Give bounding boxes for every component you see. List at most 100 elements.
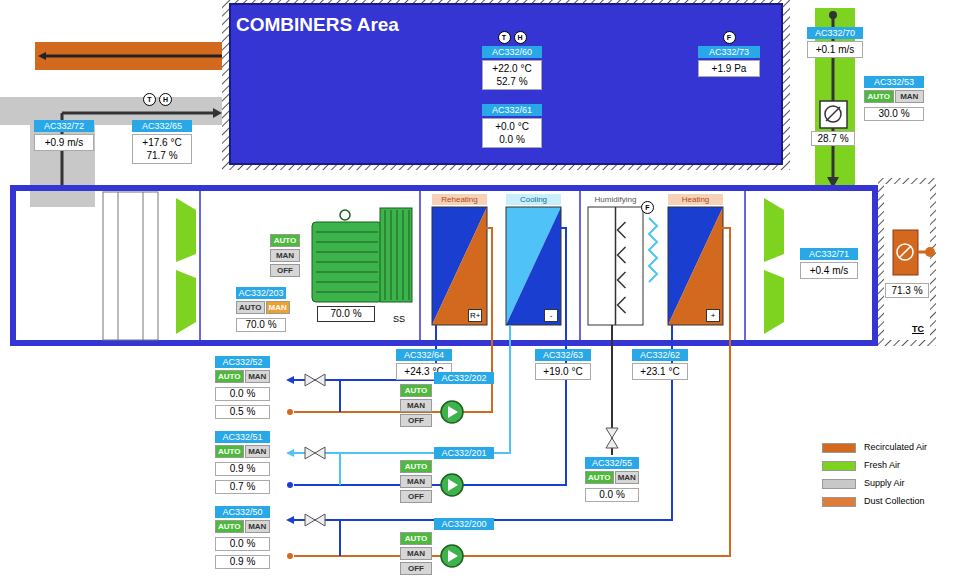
- mode-button[interactable]: MAN: [270, 249, 300, 262]
- mode-button[interactable]: MAN: [266, 301, 290, 314]
- tag-label: AC332/203: [236, 287, 286, 299]
- mode-button[interactable]: AUTO: [400, 384, 432, 397]
- temperature-readout: AC332/63 +19.0 °C: [535, 349, 591, 380]
- fresh-air-velocity: AC332/70+0.1 m/s: [807, 27, 863, 58]
- pump-tag: AC332/200: [434, 518, 494, 530]
- mode-switch: AUTO MAN OFF: [400, 532, 432, 575]
- mode-button[interactable]: OFF: [270, 264, 300, 277]
- legend-swatch: [822, 497, 856, 507]
- coil-label: Reheating: [432, 194, 487, 205]
- mode-button[interactable]: AUTO: [400, 460, 432, 473]
- tag-label: AC332/71: [800, 248, 858, 260]
- water-loop: [286, 228, 492, 423]
- value-box: 70.0 %: [236, 318, 286, 332]
- mode-switch: AUTO MAN OFF: [400, 384, 432, 427]
- tag-label: AC332/61: [482, 104, 542, 116]
- mode-button[interactable]: AUTO: [270, 234, 300, 247]
- mode-button[interactable]: AUTO: [236, 301, 265, 314]
- tag-label: AC332/72: [34, 120, 94, 132]
- legend-item: Supply Air: [822, 478, 927, 489]
- tag-label: AC332/60: [482, 46, 542, 58]
- mode-button[interactable]: MAN: [400, 475, 432, 488]
- mode-button[interactable]: OFF: [400, 562, 432, 575]
- coil-sign: R+: [468, 309, 482, 322]
- coil: [506, 207, 561, 325]
- tag-label: AC332/51: [215, 431, 270, 443]
- mode-switch: AUTO MAN OFF: [400, 460, 432, 503]
- mode-button[interactable]: MAN: [400, 399, 432, 412]
- flow-sensor: F: [641, 201, 654, 214]
- sensor-icon: T: [498, 31, 511, 44]
- pump-switch: AUTO MAN OFF: [400, 384, 432, 427]
- sensor-icon: T: [143, 93, 156, 106]
- value-box: +19.0 °C: [535, 363, 591, 380]
- sensor-icon: H: [514, 31, 527, 44]
- mode-button[interactable]: MAN: [245, 370, 270, 383]
- value-box: 0.5 %: [215, 405, 270, 419]
- coil-sign: +: [706, 309, 720, 322]
- room-sensor: FAC332/73+1.9 Pa: [698, 31, 760, 77]
- value-box: +0.1 m/s: [807, 41, 863, 58]
- value-box: 0.0 %: [585, 488, 639, 502]
- mode-button[interactable]: MAN: [400, 547, 432, 560]
- legend-swatch: [822, 443, 856, 453]
- hvac-screen: COMBINERS AreaTHAC332/60+22.0 °C52.7 %AC…: [0, 0, 970, 588]
- coil-label: Heating: [668, 194, 723, 205]
- mode-button[interactable]: MAN: [895, 90, 925, 103]
- value-box: +23.1 °C: [632, 363, 688, 380]
- value-box: +17.6 °C71.7 %: [132, 134, 192, 164]
- tag-label: AC332/52: [215, 356, 270, 368]
- water-loop: [286, 228, 566, 496]
- water-loop: [286, 228, 730, 567]
- temperature-readout: AC332/62 +23.1 °C: [632, 349, 688, 380]
- mode-button[interactable]: MAN: [245, 520, 270, 533]
- mode-button[interactable]: AUTO: [585, 471, 614, 484]
- room-sensor: AC332/61+0.0 °C0.0 %: [482, 104, 542, 148]
- tag-label: AC332/63: [535, 349, 591, 361]
- tc-label: TC: [912, 324, 924, 335]
- mode-button[interactable]: OFF: [400, 490, 432, 503]
- mode-button[interactable]: AUTO: [215, 445, 244, 458]
- mode-button[interactable]: MAN: [245, 445, 270, 458]
- pump-tag: AC332/201: [434, 447, 494, 459]
- mode-button[interactable]: AUTO: [215, 520, 244, 533]
- supply-climate: AC332/65 +17.6 °C71.7 %: [132, 120, 192, 164]
- supply-sensor-icons: TH: [143, 93, 172, 106]
- value-box: 0.9 %: [215, 555, 270, 569]
- coil-sign: -: [544, 309, 558, 322]
- coil-label: Humidifying: [588, 194, 643, 205]
- mode-button[interactable]: MAN: [615, 471, 639, 484]
- value-box: 0.0 %: [215, 537, 270, 551]
- mode-button[interactable]: OFF: [400, 414, 432, 427]
- mode-button[interactable]: AUTO: [400, 532, 432, 545]
- legend-swatch: [822, 461, 856, 471]
- mode-switch: AUTOMAN: [215, 520, 270, 533]
- valve-control: AC332/52 AUTOMAN 0.0 % 0.5 %: [215, 356, 270, 419]
- fan-control: AC332/203AUTOMAN70.0 %: [236, 287, 286, 332]
- legend-item: Fresh Air: [822, 460, 927, 471]
- recirculation-damper-reading: 71.3 %: [885, 283, 929, 298]
- value-box: 0.9 %: [215, 462, 270, 476]
- fresh-air-damper-reading: 28.7 %: [811, 131, 855, 146]
- tag-label: AC332/55: [585, 457, 639, 469]
- sensor-icon: F: [641, 201, 654, 214]
- legend: Recirculated AirFresh AirSupply AirDust …: [822, 442, 927, 507]
- mode-button[interactable]: AUTO: [215, 370, 244, 383]
- fan-speed: 70.0 %: [317, 306, 375, 322]
- mode-button[interactable]: AUTO: [864, 90, 894, 103]
- mode-switch: AUTO MAN OFF: [270, 234, 300, 277]
- tag-label: AC332/62: [632, 349, 688, 361]
- mode-switch: AUTOMAN: [585, 471, 639, 484]
- legend-item: Recirculated Air: [822, 442, 927, 453]
- sensor-icon: F: [723, 31, 736, 44]
- tag-label: AC332/64: [396, 349, 452, 361]
- area-title: COMBINERS Area: [236, 14, 399, 36]
- recirculation-velocity: AC332/71+0.4 m/s: [800, 248, 858, 279]
- legend-swatch: [822, 479, 856, 489]
- tag-label: AC332/73: [698, 46, 760, 58]
- valve-control: AC332/51AUTOMAN0.9 %0.7 %: [215, 431, 270, 494]
- tag-label: AC332/50: [215, 506, 270, 518]
- tag-label: AC332/65: [132, 120, 192, 132]
- coil-label: Cooling: [506, 194, 561, 205]
- value-box: 0.0 %: [215, 387, 270, 401]
